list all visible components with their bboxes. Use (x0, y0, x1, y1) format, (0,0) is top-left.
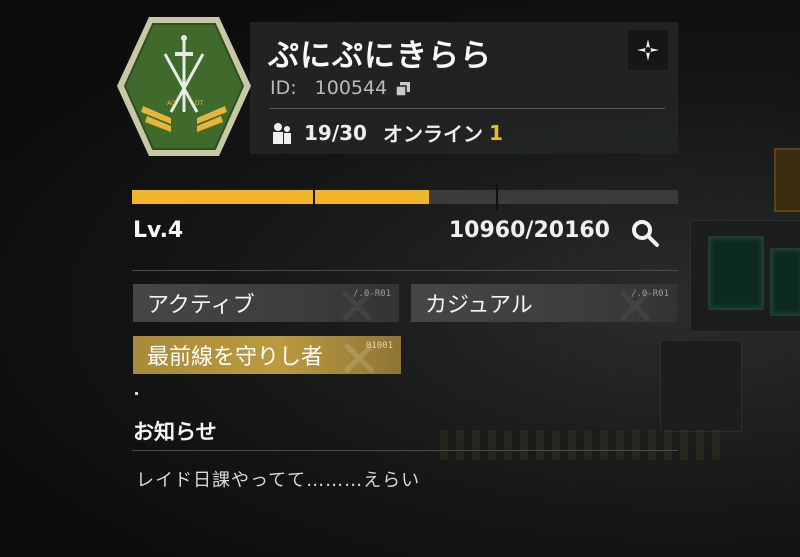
tag-code: /.0-R01 (631, 289, 669, 299)
guild-name: ぷにぷにきらら (268, 38, 492, 74)
panel-divider (270, 108, 665, 109)
search-icon (632, 220, 659, 247)
xp-progress-fill (132, 190, 430, 204)
guild-id-row: ID: 100544 (270, 77, 411, 99)
tag-code: /.0-R01 (353, 289, 391, 299)
separator-dot (135, 392, 138, 395)
member-row: 19/30 オンライン 1 (270, 118, 503, 147)
online-count: 1 (488, 120, 503, 145)
background-screen (770, 248, 800, 316)
online-label: オンライン (382, 122, 483, 146)
tag-code: 01001 (365, 341, 393, 351)
guild-emblem-icon: AO DT (117, 17, 251, 156)
id-value: 100544 (314, 77, 388, 99)
xp-text: 10960/20160 (448, 218, 610, 243)
id-label: ID: (270, 77, 297, 99)
tag-casual: カジュアル ✕ /.0-R01 (411, 284, 677, 322)
copy-id-button[interactable] (395, 80, 411, 97)
svg-text:AO: AO (167, 100, 176, 107)
settings-button[interactable] (628, 30, 668, 70)
svg-text:DT: DT (195, 100, 204, 107)
search-button[interactable] (630, 218, 664, 252)
background-stripes (440, 430, 720, 460)
notice-title: お知らせ (133, 420, 217, 444)
background-console (660, 340, 742, 432)
tag-label: カジュアル (425, 293, 533, 318)
notice-divider (132, 450, 678, 451)
settings-icon (637, 39, 659, 61)
member-count: 19/30 (304, 120, 367, 145)
background-amber-panel (774, 148, 800, 212)
xp-marker (496, 184, 498, 210)
tag-label: 最前線を守りし者 (147, 345, 324, 370)
notice-text: レイド日課やってて………えらい (136, 470, 421, 491)
xp-progress-bar (132, 190, 678, 204)
section-divider (132, 270, 678, 271)
guild-level: Lv.4 (133, 218, 184, 243)
members-icon (273, 122, 291, 144)
tag-frontline-guardian: 最前線を守りし者 ✕ 01001 (133, 336, 401, 374)
background-screen (708, 236, 764, 310)
copy-icon (395, 82, 411, 97)
xp-marker (313, 184, 315, 210)
tag-active: アクティブ ✕ /.0-R01 (133, 284, 399, 322)
tag-label: アクティブ (147, 293, 255, 318)
